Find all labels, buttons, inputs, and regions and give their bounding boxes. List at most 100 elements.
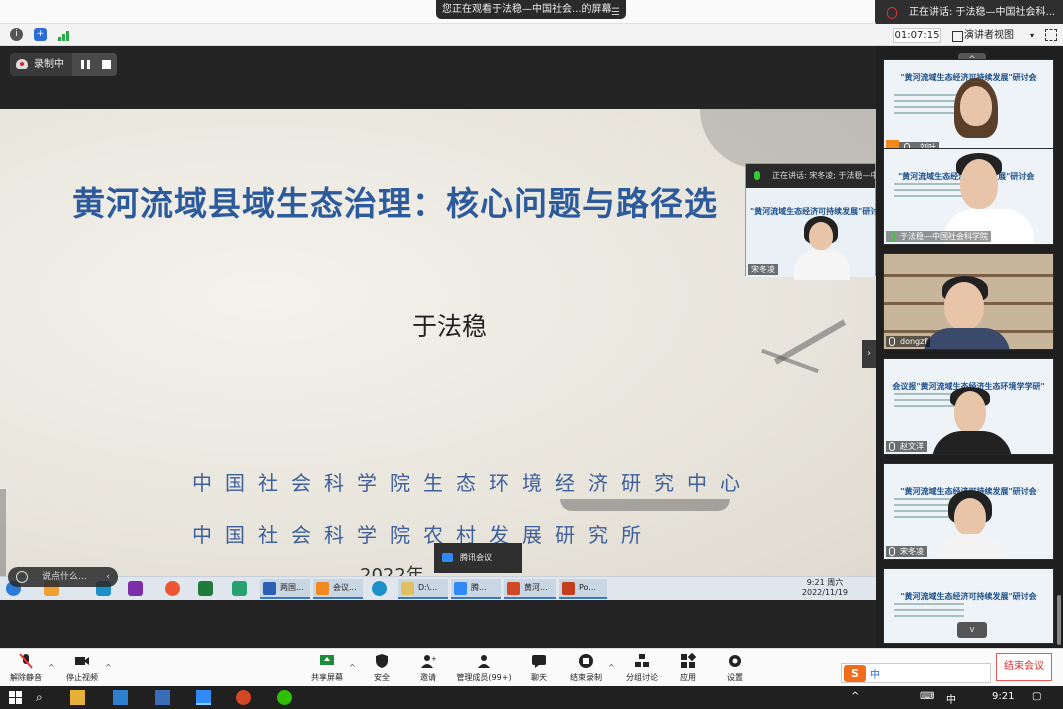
mic-icon (754, 171, 760, 180)
share-screen-button[interactable]: 共享屏幕 (305, 653, 349, 683)
float-speaking-text: 正在讲话: 宋冬凌; 于法稳—中 (772, 171, 875, 180)
info-icon[interactable]: i (10, 28, 23, 41)
participant-name: 于法稳—中国社会科学院 (886, 231, 991, 242)
shoulders (932, 431, 1012, 454)
windows-start-icon[interactable] (9, 690, 24, 705)
participant-tile[interactable]: dongzf (883, 253, 1054, 350)
taskbar-app: D:\... (398, 579, 448, 599)
stop-recording-button[interactable] (102, 60, 111, 69)
scroll-down-button[interactable]: v (957, 622, 987, 638)
stop-recording-button[interactable]: 结束录制 (564, 653, 608, 683)
windows-clock[interactable]: 9:21 (992, 691, 1014, 702)
tencent-meeting-label: 腾讯会议 (460, 553, 492, 562)
excel-icon (198, 581, 213, 596)
chevron-up-icon[interactable]: ^ (851, 691, 859, 702)
stop-video-button[interactable]: 停止视频 (60, 653, 104, 683)
boat-decoration (560, 499, 730, 511)
taskbar-app: 黄河... (504, 579, 556, 599)
chevron-up-icon[interactable]: ^ (349, 663, 356, 672)
panel-scrollbar[interactable] (1057, 595, 1061, 645)
sogou-ime-icon[interactable]: S (844, 665, 866, 682)
participant-name-text: 赵文洋 (900, 442, 924, 451)
file-explorer-icon[interactable] (70, 690, 85, 705)
taskbar-app: 腾... (451, 579, 501, 599)
slide-text-lines (894, 179, 964, 201)
security-button[interactable]: 安全 (360, 653, 404, 683)
screen-share-banner[interactable]: 您正在观看于法稳—中国社会...的屏幕 ☰ (436, 0, 626, 19)
powerpoint-icon[interactable] (236, 690, 251, 705)
signal-strength-icon[interactable] (58, 28, 71, 41)
taskbar-app: 两国... (260, 579, 310, 599)
participant-name: dongzf (886, 336, 931, 347)
shared-time: 9:21 周六 (806, 578, 844, 587)
wechat-icon[interactable] (277, 690, 292, 705)
apps-button[interactable]: 应用 (666, 653, 710, 683)
tencent-meeting-icon[interactable] (196, 690, 211, 705)
speaking-text: 正在讲话: 于法稳—中国社会科... (909, 7, 1056, 18)
collapse-panel-button[interactable]: › (862, 340, 876, 368)
settings-button[interactable]: 设置 (713, 653, 757, 683)
settings-label: 设置 (727, 673, 743, 682)
taskbar-app-label: 两国... (280, 583, 304, 592)
slide-text-lines (894, 599, 964, 621)
slide-author: 于法稳 (412, 312, 488, 341)
view-mode-button[interactable]: 演讲者视图 ▾ (950, 28, 1036, 43)
participant-tile[interactable]: "黄河流域生态经济可持续发展"研讨会 宋冬凌 (883, 463, 1054, 560)
manage-members-button[interactable]: 管理成员(99+) (452, 653, 516, 683)
tencent-meeting-popup: 腾讯会议 (434, 543, 522, 573)
chevron-up-icon[interactable]: ^ (105, 663, 112, 672)
slide-date: 2022年 (360, 565, 424, 576)
face (960, 86, 992, 126)
notification-icon[interactable]: ▢ (1032, 691, 1041, 702)
taskbar-app-label: D:\... (418, 583, 438, 592)
chevron-left-icon[interactable]: ‹ (106, 567, 110, 587)
ime-toolbar[interactable]: S 中 (841, 663, 991, 683)
chat-button[interactable]: 聊天 (517, 653, 561, 683)
security-label: 安全 (374, 673, 390, 682)
unmute-button[interactable]: 解除静音 (4, 653, 48, 683)
shoulders (924, 328, 1010, 349)
participant-name-text: 于法稳—中国社会科学院 (900, 232, 988, 241)
end-meeting-button[interactable]: 结束会议 (996, 653, 1052, 681)
keyboard-icon[interactable]: ⌨ (920, 691, 934, 702)
face (954, 498, 986, 536)
ime-language[interactable]: 中 (870, 666, 880, 681)
windows-taskbar: ⌕ ^ ⌨ 中 9:21 ▢ (0, 686, 1063, 709)
breakout-rooms-button[interactable]: 分组讨论 (620, 653, 664, 683)
breakout-label: 分组讨论 (626, 673, 658, 682)
hamburger-icon[interactable]: ☰ (611, 3, 620, 22)
share-screen-icon (320, 655, 334, 665)
record-stop-icon (579, 654, 593, 668)
camera-icon (75, 657, 89, 665)
ime-lang-indicator[interactable]: 中 (946, 691, 956, 706)
chevron-up-icon[interactable]: ^ (48, 663, 55, 672)
floating-speaker-video[interactable]: 正在讲话: 宋冬凌; 于法稳—中 "黄河流域生态经济可持续发展"研讨 宋冬凌 (745, 163, 878, 280)
face (944, 282, 984, 330)
app-icon[interactable] (113, 690, 128, 705)
breakout-icon (635, 654, 649, 667)
chat-input[interactable]: 说点什么... ‹ (8, 567, 118, 587)
face (960, 159, 998, 209)
view-mode-label: 演讲者视图 (964, 30, 1014, 41)
slide-institution-2: 中国社会科学院农村发展研究所 (192, 523, 654, 547)
shoulders (794, 250, 850, 280)
emoji-icon[interactable] (16, 571, 28, 583)
shared-date: 2022/11/19 (801, 588, 848, 597)
face (954, 391, 986, 433)
apps-label: 应用 (680, 673, 696, 682)
chevron-up-icon[interactable]: ^ (608, 663, 615, 672)
participant-tile[interactable]: "黄河流域生态经济可持续发展"研讨会 刘叶 (883, 59, 1054, 156)
share-screen-label: 共享屏幕 (311, 673, 343, 682)
participant-tile[interactable]: "黄河流域生态经济可持续发展"研讨会 于法稳—中国社会科学院 (883, 148, 1054, 245)
taskbar-app-label: 腾... (471, 583, 487, 592)
fullscreen-icon[interactable] (1045, 29, 1057, 41)
search-icon[interactable]: ⌕ (36, 690, 51, 705)
security-shield-icon[interactable]: + (34, 28, 47, 41)
participant-tile[interactable]: 会议报"黄河流域生态经济生态环境学学研" 赵文洋 (883, 358, 1054, 455)
cloud-record-icon (16, 59, 28, 69)
app-icon[interactable] (155, 690, 170, 705)
recording-bar: 录制中 (10, 53, 117, 76)
apps-grid-icon (681, 653, 696, 668)
invite-button[interactable]: + 邀请 (406, 653, 450, 683)
taskbar-app: Po... (559, 579, 607, 599)
